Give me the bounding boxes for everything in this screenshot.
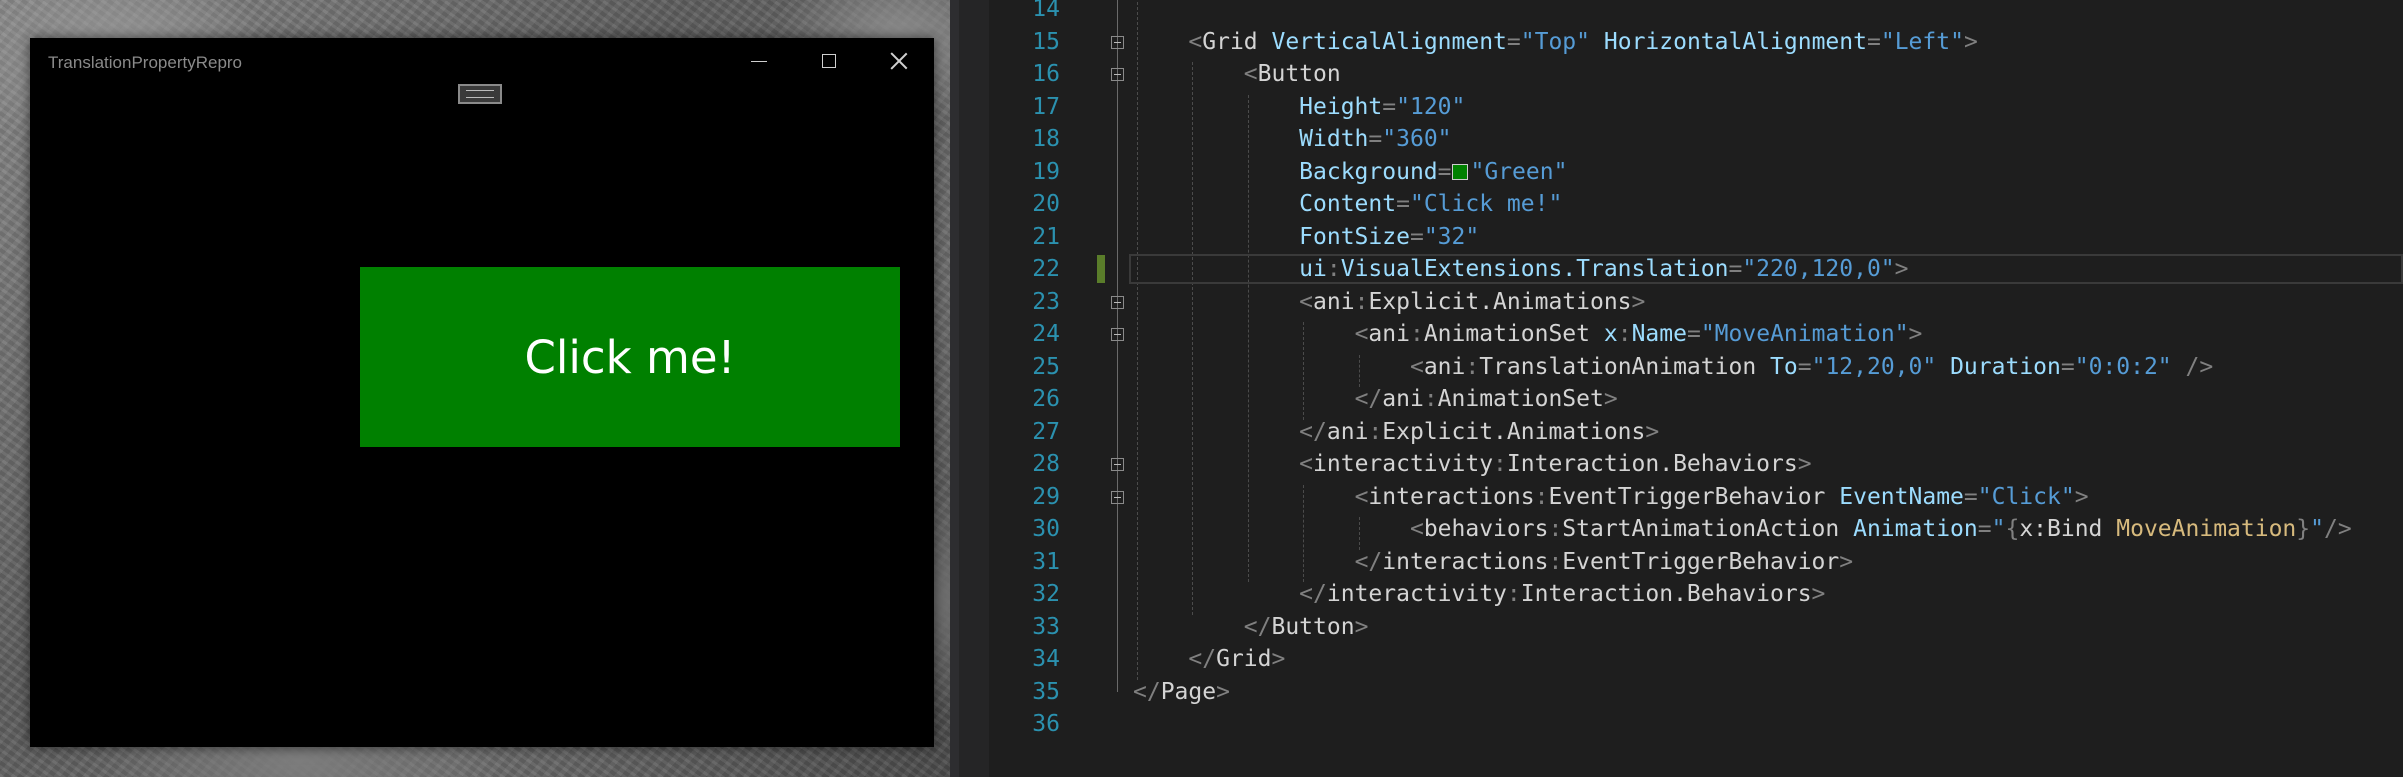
collapse-icon[interactable] — [1111, 458, 1124, 471]
close-icon — [890, 52, 908, 70]
code-text: FontSize="32" — [1299, 223, 1480, 250]
code-line[interactable]: 23 <ani:Explicit.Animations> — [959, 286, 2403, 318]
line-number: 32 — [1032, 581, 1060, 607]
code-line[interactable]: 36 — [959, 708, 2403, 740]
code-text: <ani:TranslationAnimation To="12,20,0" D… — [1409, 353, 2214, 380]
line-number: 24 — [1032, 321, 1060, 347]
code-line[interactable]: 19 Background= "Green" — [959, 156, 2403, 188]
line-number: 18 — [1032, 126, 1060, 152]
code-text: </ani:Explicit.Animations> — [1299, 418, 1660, 445]
line-number: 15 — [1032, 28, 1060, 55]
code-text: <ani:Explicit.Animations> — [1299, 288, 1646, 315]
maximize-icon — [822, 54, 836, 68]
code-line[interactable]: 16 <Button — [959, 58, 2403, 90]
code-text: </ani:AnimationSet> — [1354, 386, 1618, 412]
collapse-icon[interactable] — [1111, 328, 1124, 341]
code-line[interactable]: 27 </ani:Explicit.Animations> — [959, 416, 2403, 448]
code-line[interactable]: 18 Width="360" — [959, 123, 2403, 155]
line-number: 21 — [1032, 223, 1060, 250]
window-splitter[interactable] — [950, 0, 959, 777]
line-number: 20 — [1032, 191, 1060, 217]
collapse-icon[interactable] — [1111, 490, 1124, 504]
code-text: </Grid> — [1188, 646, 1286, 672]
line-number: 35 — [1032, 678, 1060, 705]
code-text: </Page> — [1133, 678, 1230, 705]
code-text: Height="120" — [1299, 93, 1466, 120]
collapse-icon[interactable] — [1111, 68, 1124, 81]
code-text: Background= "Green" — [1299, 158, 1568, 185]
code-editor[interactable]: 14 15 <Grid VerticalAlignment="Top" Horiz… — [959, 0, 2403, 777]
line-number: 33 — [1032, 613, 1060, 640]
code-text: <behaviors:StartAnimationAction Animatio… — [1409, 516, 2352, 542]
line-number: 16 — [1032, 61, 1060, 87]
line-number: 26 — [1032, 386, 1060, 412]
code-line[interactable]: 30 <behaviors:StartAnimationAction Anima… — [959, 513, 2403, 545]
code-line[interactable]: 29 <interactions:EventTriggerBehavior Ev… — [959, 481, 2403, 513]
minimize-button[interactable] — [724, 38, 794, 84]
line-number: 23 — [1032, 288, 1060, 315]
code-text: </Button> — [1243, 613, 1369, 640]
code-line[interactable]: 24 <ani:AnimationSet x:Name="MoveAnimati… — [959, 318, 2403, 350]
code-text: Content="Click me!" — [1299, 191, 1563, 217]
toolbar-grip-icon — [466, 90, 494, 98]
line-number: 30 — [1032, 516, 1060, 542]
code-line[interactable]: 33 </Button> — [959, 611, 2403, 643]
code-text: </interactions:EventTriggerBehavior> — [1354, 548, 1854, 575]
minimize-icon — [751, 60, 767, 62]
click-me-button[interactable]: Click me! — [360, 267, 900, 447]
code-text: ui:VisualExtensions.Translation="220,120… — [1299, 256, 1909, 282]
line-number: 17 — [1032, 93, 1060, 120]
collapse-icon[interactable] — [1111, 35, 1124, 49]
code-line[interactable]: 28 <interactivity:Interaction.Behaviors> — [959, 448, 2403, 480]
code-line[interactable]: 32 </interactivity:Interaction.Behaviors… — [959, 578, 2403, 610]
code-text: </interactivity:Interaction.Behaviors> — [1299, 581, 1826, 607]
code-line[interactable]: 22 ui:VisualExtensions.Translation="220,… — [959, 253, 2403, 285]
code-line[interactable]: 26 </ani:AnimationSet> — [959, 383, 2403, 415]
code-line[interactable]: 35 </Page> — [959, 676, 2403, 708]
code-text: <interactions:EventTriggerBehavior Event… — [1354, 483, 2089, 510]
window-title: TranslationPropertyRepro — [48, 53, 243, 72]
code-text: <Button — [1243, 61, 1341, 87]
code-line[interactable]: 17 Height="120" — [959, 91, 2403, 123]
line-number: 34 — [1032, 646, 1060, 672]
line-number: 36 — [1032, 711, 1060, 737]
change-marker — [1097, 255, 1105, 283]
in-app-toolbar-handle[interactable] — [458, 84, 502, 104]
maximize-button[interactable] — [794, 38, 864, 84]
line-number: 29 — [1032, 483, 1060, 510]
line-number: 22 — [1032, 256, 1060, 282]
code-text: Width="360" — [1299, 126, 1452, 152]
code-line[interactable]: 14 — [959, 0, 2403, 25]
code-text: <ani:AnimationSet x:Name="MoveAnimation"… — [1354, 321, 1923, 347]
color-swatch — [1451, 163, 1468, 180]
line-number: 28 — [1032, 451, 1060, 477]
code-line[interactable]: 15 <Grid VerticalAlignment="Top" Horizon… — [959, 26, 2403, 58]
code-line[interactable]: 21 FontSize="32" — [959, 221, 2403, 253]
line-number: 31 — [1032, 548, 1060, 575]
collapse-icon[interactable] — [1111, 295, 1124, 309]
app-window: TranslationPropertyRepro Click me! — [30, 38, 934, 747]
code-line[interactable]: 25 <ani:TranslationAnimation To="12,20,0… — [959, 351, 2403, 383]
code-line[interactable]: 20 Content="Click me!" — [959, 188, 2403, 220]
title-bar[interactable]: TranslationPropertyRepro — [30, 38, 934, 84]
close-button[interactable] — [864, 38, 934, 84]
line-number: 25 — [1032, 353, 1060, 380]
line-number: 14 — [1032, 0, 1060, 22]
line-number: 27 — [1032, 418, 1060, 445]
code-text: <interactivity:Interaction.Behaviors> — [1299, 451, 1812, 477]
code-line[interactable]: 31 </interactions:EventTriggerBehavior> — [959, 546, 2403, 578]
line-number: 19 — [1032, 158, 1060, 185]
code-text: <Grid VerticalAlignment="Top" Horizontal… — [1188, 28, 1978, 55]
code-line[interactable]: 34 </Grid> — [959, 643, 2403, 675]
